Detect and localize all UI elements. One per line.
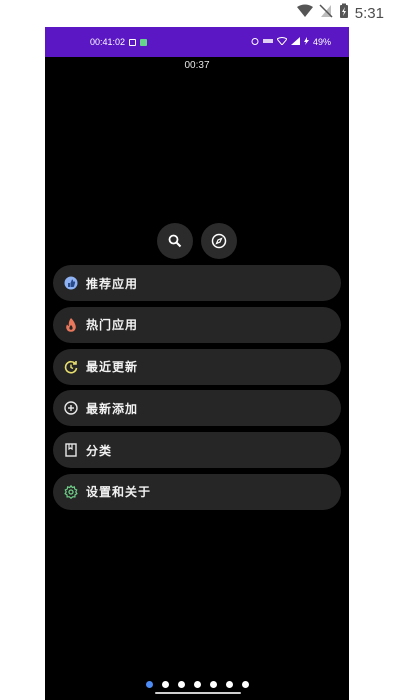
menu-item-popular[interactable]: 热门应用 bbox=[53, 306, 341, 343]
page-dot[interactable] bbox=[241, 681, 249, 688]
host-status-right: 5:31 bbox=[296, 3, 384, 23]
explore-button[interactable] bbox=[201, 223, 237, 259]
host-clock: 5:31 bbox=[354, 4, 384, 22]
charging-icon bbox=[303, 37, 309, 47]
page-dot[interactable] bbox=[145, 681, 153, 688]
menu-item-label: 分类 bbox=[86, 443, 113, 458]
compass-icon bbox=[211, 233, 227, 249]
fire-icon bbox=[64, 317, 78, 332]
device-screen: 00:41:02 49% 00:37 推荐应用 热门应用 最近更新 最新添加 分… bbox=[45, 27, 349, 700]
device-status-time: 00:41:02 bbox=[90, 37, 126, 47]
wifi-icon bbox=[276, 37, 288, 47]
no-sim-icon bbox=[319, 4, 333, 22]
menu-item-settings-about[interactable]: 设置和关于 bbox=[53, 473, 341, 510]
menu-item-newly-added[interactable]: 最新添加 bbox=[53, 390, 341, 427]
menu-item-label: 设置和关于 bbox=[86, 485, 152, 500]
search-icon bbox=[168, 234, 182, 248]
wifi-icon bbox=[296, 4, 313, 22]
refresh-icon bbox=[64, 360, 78, 374]
menu-item-recent-updates[interactable]: 最近更新 bbox=[53, 348, 341, 385]
settings-icon bbox=[64, 484, 78, 499]
battery-icon bbox=[339, 3, 349, 23]
plus-circle-icon bbox=[64, 401, 78, 416]
menu-item-label: 最近更新 bbox=[86, 360, 139, 375]
menu-item-label: 最新添加 bbox=[86, 401, 139, 416]
clock: 00:37 bbox=[184, 60, 210, 71]
alarm-icon bbox=[251, 37, 259, 47]
book-icon bbox=[64, 443, 78, 457]
host-status-bar: 5:31 bbox=[0, 0, 394, 27]
data-icon bbox=[262, 37, 273, 47]
page-dot[interactable] bbox=[225, 681, 233, 688]
menu-item-label: 热门应用 bbox=[86, 318, 139, 333]
signal-icon bbox=[290, 37, 300, 47]
menu-item-categories[interactable]: 分类 bbox=[53, 432, 341, 469]
message-icon bbox=[140, 38, 148, 46]
page-dot[interactable] bbox=[209, 681, 217, 688]
gesture-navigation-bar[interactable] bbox=[155, 692, 241, 694]
page-dot[interactable] bbox=[193, 681, 201, 688]
device-status-bar: 00:41:02 49% bbox=[45, 27, 349, 57]
page-dot[interactable] bbox=[177, 681, 185, 688]
page-dot[interactable] bbox=[161, 681, 169, 688]
battery-percent: 49% bbox=[312, 37, 331, 47]
screen-record-icon bbox=[129, 38, 137, 46]
main-menu: 推荐应用 热门应用 最近更新 最新添加 分类 设置和关于 bbox=[53, 265, 341, 516]
page-indicator bbox=[45, 681, 349, 688]
menu-item-label: 推荐应用 bbox=[86, 276, 139, 291]
menu-item-recommended[interactable]: 推荐应用 bbox=[53, 265, 341, 301]
search-button[interactable] bbox=[157, 223, 193, 259]
thumbs-up-icon bbox=[64, 276, 78, 290]
